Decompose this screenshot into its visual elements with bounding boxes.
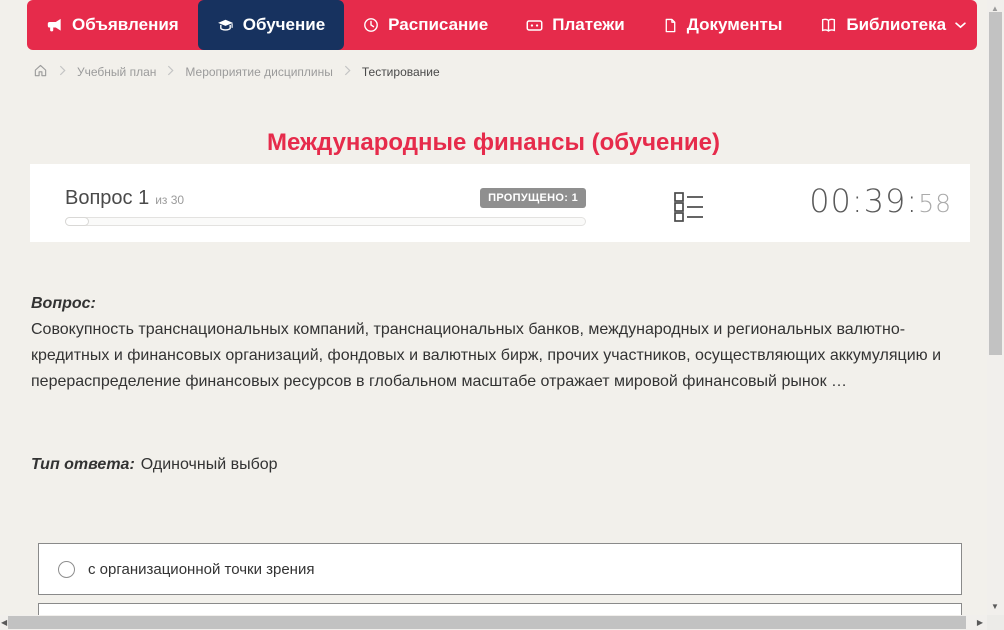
question-total: из 30 — [155, 192, 185, 207]
scroll-right-arrow-icon[interactable]: ▶ — [977, 618, 983, 627]
horizontal-scrollbar[interactable]: ◀ ▶ — [0, 615, 987, 630]
megaphone-icon — [46, 17, 63, 34]
scrollbar-corner — [987, 615, 1004, 630]
question-header-card: Вопрос 1 из 30 ПРОПУЩЕНО: 1 00:39:58 — [30, 164, 970, 242]
progress-bar-thumb — [65, 217, 89, 226]
nav-item-label: Документы — [686, 15, 783, 34]
breadcrumb-item-testing: Тестирование — [361, 65, 440, 79]
answer-type-row: Тип ответа: Одиночный выбор — [31, 456, 278, 474]
horizontal-scrollbar-thumb[interactable] — [8, 616, 966, 629]
timer-seconds: 58 — [918, 189, 952, 218]
question-list-button[interactable] — [674, 190, 704, 222]
page-title: Международные финансы (обучение) — [267, 129, 720, 157]
nav-item-label: Обучение — [242, 15, 326, 34]
nav-item-documents[interactable]: Документы — [644, 0, 802, 50]
nav-item-label: Библиотека — [846, 15, 947, 34]
skipped-badge: ПРОПУЩЕНО: 1 — [480, 188, 586, 208]
chevron-right-icon — [59, 65, 66, 79]
scroll-down-arrow-icon[interactable]: ▼ — [991, 602, 999, 611]
nav-item-learning[interactable]: Обучение — [197, 0, 345, 50]
radio-button-icon[interactable] — [58, 560, 75, 578]
payment-card-icon — [526, 17, 543, 34]
vertical-scrollbar-thumb[interactable] — [989, 12, 1002, 355]
nav-item-schedule[interactable]: Расписание — [344, 0, 507, 50]
timer-main: 00:39: — [809, 182, 919, 220]
book-icon — [820, 17, 837, 34]
nav-item-label: Расписание — [388, 15, 489, 34]
nav-item-payments[interactable]: Платежи — [507, 0, 644, 50]
question-progress-block: Вопрос 1 из 30 ПРОПУЩЕНО: 1 — [65, 186, 586, 226]
question-text: Совокупность транснациональных компаний,… — [31, 321, 942, 390]
vertical-scrollbar[interactable]: ▲ ▼ — [987, 0, 1004, 615]
question-counter: Вопрос 1 из 30 — [65, 187, 184, 210]
question-list-icon — [674, 192, 704, 226]
chevron-down-icon — [955, 21, 966, 29]
answer-option[interactable]: с организационной точки зрения — [38, 543, 962, 595]
chevron-right-icon — [344, 65, 351, 79]
breadcrumb-item-study-plan[interactable]: Учебный план — [77, 65, 156, 79]
nav-item-label: Платежи — [552, 15, 625, 34]
timer: 00:39:58 — [809, 182, 952, 220]
question-prompt-label: Вопрос: — [31, 295, 96, 312]
chevron-right-icon — [167, 65, 174, 79]
progress-bar — [65, 217, 586, 226]
answer-option-label: с организационной точки зрения — [88, 560, 315, 578]
answer-type-label: Тип ответа: — [31, 456, 135, 473]
home-icon[interactable] — [33, 63, 48, 81]
clock-icon — [363, 17, 379, 33]
breadcrumb-item-discipline-event[interactable]: Мероприятие дисциплины — [185, 65, 332, 79]
scroll-left-arrow-icon[interactable]: ◀ — [1, 618, 7, 627]
question-section: Вопрос: Совокупность транснациональных к… — [31, 291, 973, 395]
graduation-cap-icon — [217, 17, 234, 34]
answer-type-value: Одиночный выбор — [140, 456, 278, 473]
main-navbar: Объявления Обучение Расписание Платежи Д… — [27, 0, 977, 50]
nav-item-announcements[interactable]: Объявления — [27, 0, 198, 50]
nav-item-label: Объявления — [72, 15, 179, 34]
breadcrumb: Учебный план Мероприятие дисциплины Тест… — [33, 62, 440, 82]
nav-item-library[interactable]: Библиотека — [801, 0, 985, 50]
question-number: Вопрос 1 — [65, 186, 150, 209]
test-page: Объявления Обучение Расписание Платежи Д… — [0, 0, 1004, 630]
document-icon — [663, 18, 678, 33]
